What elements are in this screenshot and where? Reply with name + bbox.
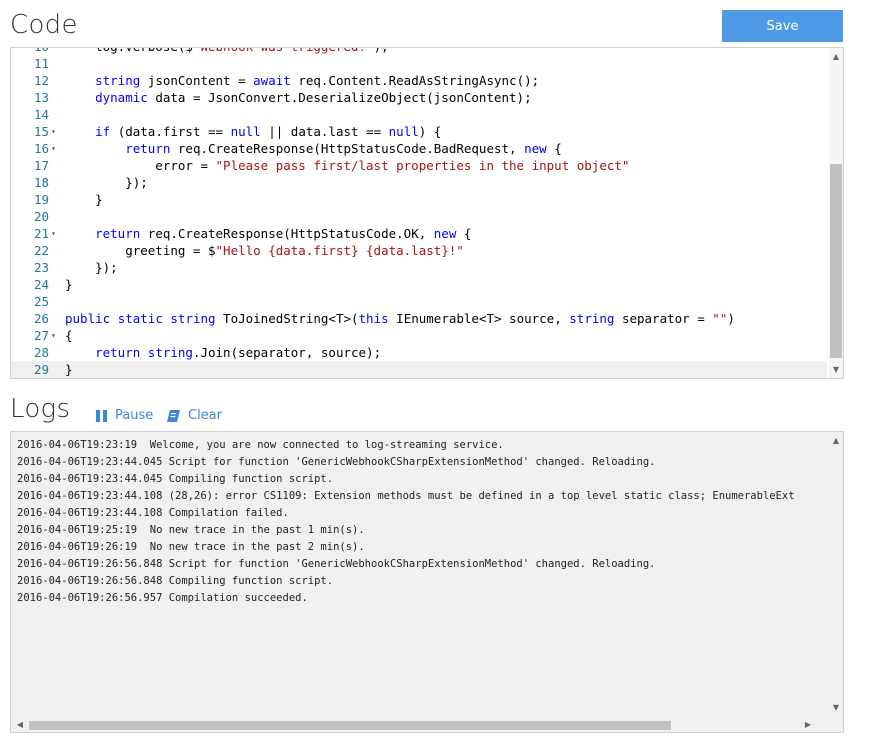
code-vertical-scrollbar[interactable]: ▲ ▼ [829, 48, 843, 378]
line-number: 20 [33, 209, 49, 224]
code-line[interactable]: 25 [11, 293, 827, 310]
fold-toggle-icon[interactable]: ▾ [51, 123, 61, 140]
fold-toggle-icon[interactable]: ▾ [51, 225, 61, 242]
line-number: 12 [33, 73, 49, 88]
line-number: 18 [33, 175, 49, 190]
scroll-up-arrow-icon[interactable]: ▲ [829, 52, 843, 61]
code-line-text: } [65, 277, 73, 292]
log-entry: 2016-04-06T19:23:44.045 Compiling functi… [17, 473, 334, 485]
logs-scroll-right-arrow-icon[interactable]: ▶ [801, 720, 815, 729]
line-number: 26 [33, 311, 49, 326]
code-line-text: return string.Join(separator, source); [95, 345, 382, 360]
line-number: 28 [33, 345, 49, 360]
log-entry: 2016-04-06T19:25:19 No new trace in the … [17, 524, 365, 536]
logs-vertical-scrollbar[interactable]: ▲ ▼ [829, 432, 843, 716]
code-line-text: return req.CreateResponse(HttpStatusCode… [125, 141, 562, 156]
line-number: 21 [33, 226, 49, 241]
code-line[interactable]: 10 log.Verbose($"Webhook was triggered!"… [11, 48, 827, 55]
code-line[interactable]: 11 [11, 55, 827, 72]
code-line-text: public static string ToJoinedString<T>(t… [65, 311, 735, 326]
log-entry: 2016-04-06T19:26:56.848 Compiling functi… [17, 575, 334, 587]
line-number: 23 [33, 260, 49, 275]
pause-button[interactable]: Pause [96, 408, 153, 423]
fold-toggle-icon[interactable]: ▾ [51, 140, 61, 157]
code-line[interactable]: 21 ▾ return req.CreateResponse(HttpStatus… [11, 225, 827, 242]
code-line-text: } [65, 192, 103, 207]
code-line[interactable]: 19 } [11, 191, 827, 208]
code-line[interactable]: 28 return string.Join(separator, source)… [11, 344, 827, 361]
code-line[interactable]: 26 public static string ToJoinedString<T>… [11, 310, 827, 327]
line-number: 16 [33, 141, 49, 156]
clear-label: Clear [188, 408, 222, 423]
pause-icon [96, 409, 107, 422]
log-entry: 2016-04-06T19:23:19 Welcome, you are now… [17, 439, 504, 451]
code-line-text: error = "Please pass first/last properti… [65, 158, 630, 173]
code-line-text: greeting = $"Hello {data.first} {data.la… [65, 243, 464, 258]
logs-horizontal-scroll-thumb[interactable] [29, 721, 671, 730]
log-entry: 2016-04-06T19:23:44.108 Compilation fail… [17, 507, 289, 519]
code-line[interactable]: 29} [11, 361, 827, 378]
code-line[interactable]: 23 }); [11, 259, 827, 276]
line-number: 24 [33, 277, 49, 292]
code-line[interactable]: 16 ▾ return req.CreateResponse(HttpStatus… [11, 140, 827, 157]
code-section-title: Code [10, 10, 78, 40]
code-editor[interactable]: 10 log.Verbose($"Webhook was triggered!"… [10, 47, 844, 379]
logs-scroll-down-arrow-icon[interactable]: ▼ [829, 703, 843, 712]
code-line[interactable]: 22 greeting = $"Hello {data.first} {data… [11, 242, 827, 259]
code-line-text: if (data.first == null || data.last == n… [95, 124, 442, 139]
line-number: 14 [33, 107, 49, 122]
code-line-text: string jsonContent = await req.Content.R… [95, 73, 540, 88]
fold-toggle-icon[interactable]: ▾ [51, 327, 61, 344]
code-line[interactable]: 15 ▾ if (data.first == null || data.last … [11, 123, 827, 140]
code-line-text: } [65, 362, 73, 377]
code-line[interactable]: 17 error = "Please pass first/last prope… [11, 157, 827, 174]
code-scroll-thumb[interactable] [830, 164, 842, 358]
line-number: 29 [33, 362, 49, 377]
line-number: 11 [33, 56, 49, 71]
line-number: 27 [33, 328, 49, 343]
code-line-text: }); [65, 260, 118, 275]
line-number: 19 [33, 192, 49, 207]
line-number: 10 [11, 48, 49, 55]
pause-label: Pause [115, 408, 154, 423]
log-entry: 2016-04-06T19:23:44.045 Script for funct… [17, 456, 656, 468]
code-line-text: }); [65, 175, 148, 190]
log-entry: 2016-04-06T19:26:56.957 Compilation succ… [17, 592, 308, 604]
log-entry: 2016-04-06T19:26:56.848 Script for funct… [17, 558, 656, 570]
code-line[interactable]: 20 [11, 208, 827, 225]
save-button[interactable]: Save [722, 10, 843, 42]
log-stream-panel[interactable]: 2016-04-06T19:23:19 Welcome, you are now… [10, 431, 844, 733]
code-line-text: { [65, 328, 73, 343]
code-line[interactable]: 13 dynamic data = JsonConvert.Deserializ… [11, 89, 827, 106]
line-number: 13 [33, 90, 49, 105]
clear-button[interactable]: Clear [167, 408, 222, 423]
clear-icon [167, 409, 180, 422]
logs-scroll-left-arrow-icon[interactable]: ◀ [13, 720, 27, 729]
logs-horizontal-scrollbar[interactable]: ◀ ▶ [11, 718, 829, 732]
scroll-down-arrow-icon[interactable]: ▼ [829, 365, 843, 374]
line-number: 17 [33, 158, 49, 173]
code-line[interactable]: 14 [11, 106, 827, 123]
code-line[interactable]: 12 string jsonContent = await req.Conten… [11, 72, 827, 89]
log-entry: 2016-04-06T19:23:44.108 (28,26): error C… [17, 490, 795, 502]
logs-scroll-up-arrow-icon[interactable]: ▲ [829, 436, 843, 445]
line-number: 22 [33, 243, 49, 258]
line-number: 15 [33, 124, 49, 139]
logs-section-title: Logs [10, 394, 71, 424]
code-line[interactable]: 18 }); [11, 174, 827, 191]
code-line-text: dynamic data = JsonConvert.DeserializeOb… [95, 90, 532, 105]
log-entry: 2016-04-06T19:26:19 No new trace in the … [17, 541, 365, 553]
line-number: 25 [33, 294, 49, 309]
code-line-text: return req.CreateResponse(HttpStatusCode… [95, 226, 472, 241]
code-line[interactable]: 24} [11, 276, 827, 293]
code-line-text: log.Verbose($"Webhook was triggered!"); [65, 48, 389, 55]
code-line[interactable]: 27 ▾ { [11, 327, 827, 344]
